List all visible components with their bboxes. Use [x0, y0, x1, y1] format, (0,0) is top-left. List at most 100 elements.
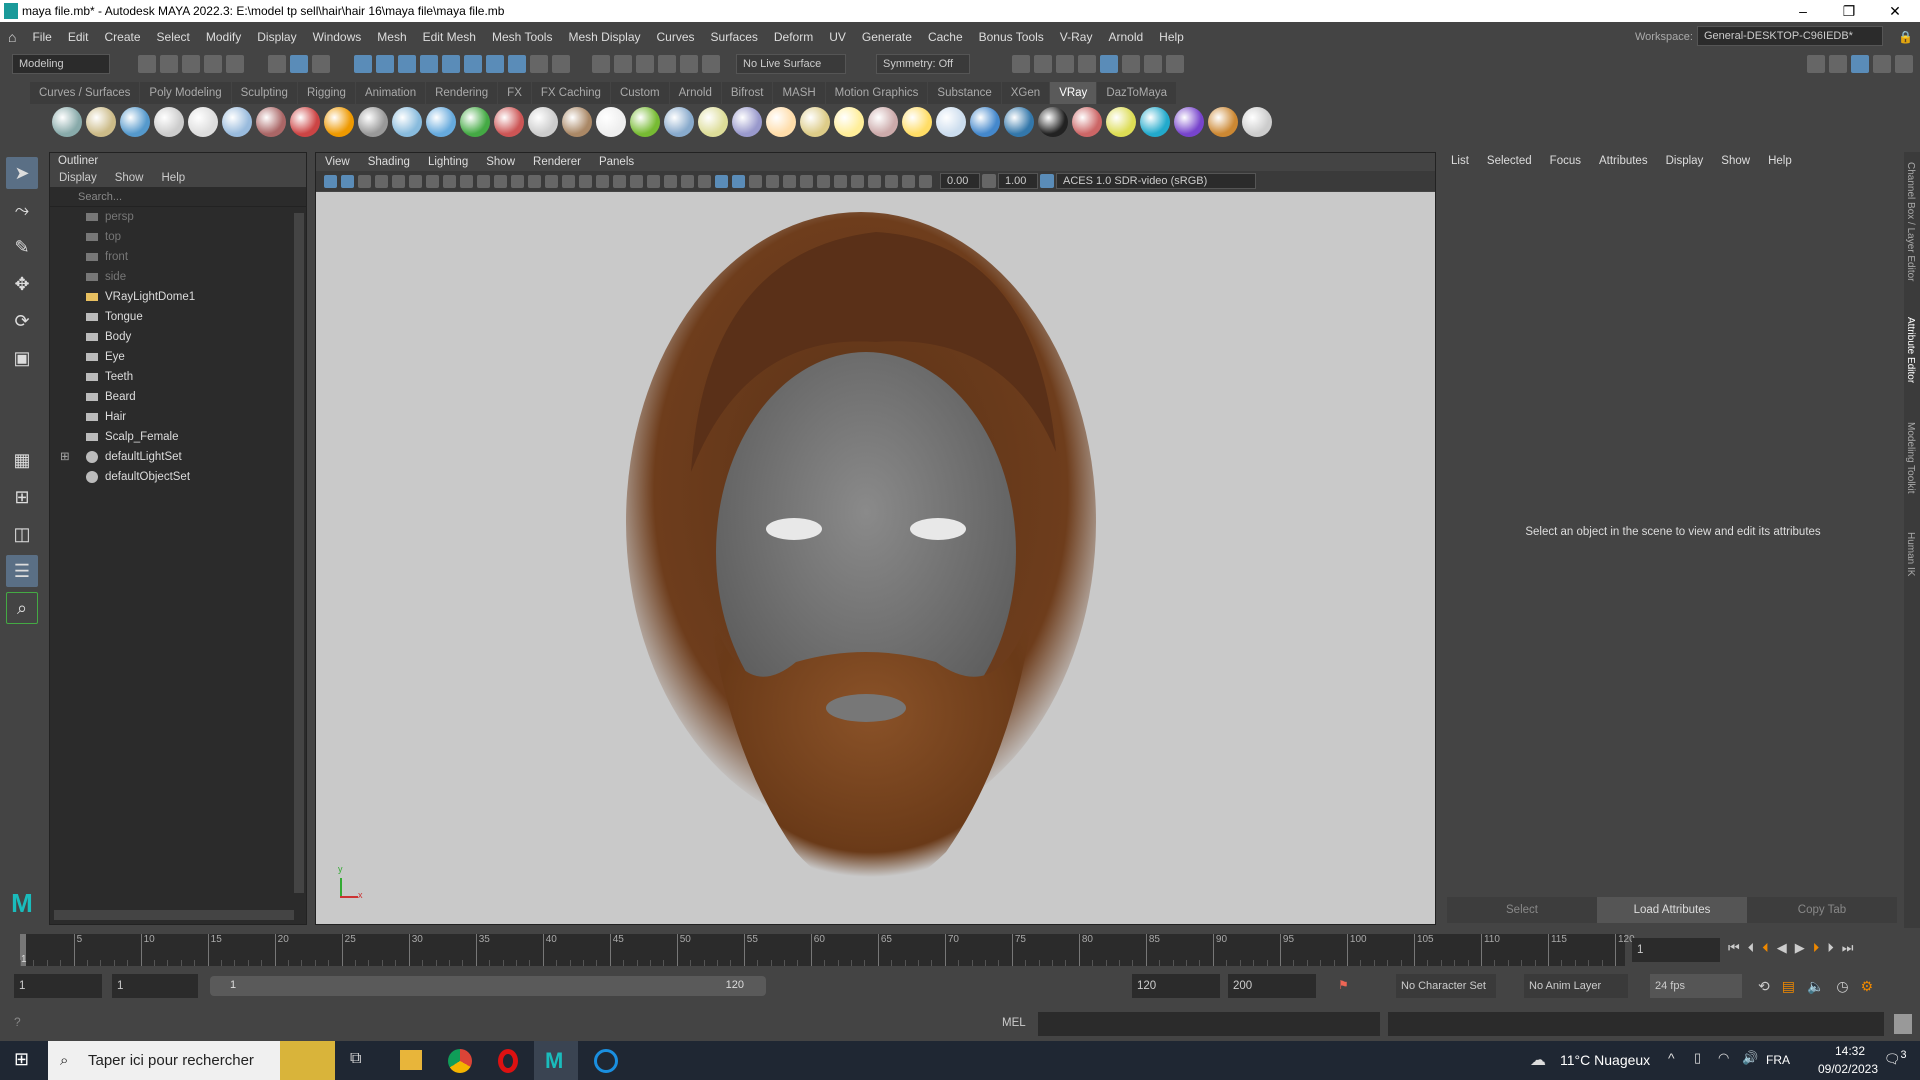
outliner-item[interactable]: side — [50, 267, 306, 287]
viewport-tool-4-icon[interactable] — [375, 174, 388, 188]
new-scene-icon[interactable] — [138, 55, 156, 73]
render-icon[interactable] — [658, 55, 676, 73]
step-forward-key-icon[interactable]: ⏵ — [1827, 940, 1834, 956]
outliner-item[interactable]: top — [50, 227, 306, 247]
vray-shelf-tool-19-icon[interactable] — [664, 107, 694, 137]
tab-attribute-editor[interactable]: Attribute Editor — [1905, 317, 1916, 383]
viewport-tool-17-icon[interactable] — [596, 174, 609, 188]
ae-menu-selected[interactable]: Selected — [1478, 155, 1541, 167]
volume-icon[interactable]: 🔊 — [1742, 1050, 1758, 1066]
search-icon[interactable]: ⌕ — [6, 592, 38, 624]
render-view-icon[interactable] — [1078, 55, 1096, 73]
snap-point-icon[interactable] — [398, 55, 416, 73]
menu-mesh[interactable]: Mesh — [369, 30, 414, 44]
outliner-item[interactable]: Tongue — [50, 307, 306, 327]
vray-shelf-tool-17-icon[interactable] — [596, 107, 626, 137]
move-tool-icon[interactable]: ✥ — [6, 268, 38, 300]
viewport-tool-23-icon[interactable] — [698, 174, 711, 188]
viewport-tool-26-icon[interactable] — [749, 174, 762, 188]
viewport-tool-11-icon[interactable] — [494, 174, 507, 188]
light-editor-icon[interactable] — [1144, 55, 1162, 73]
outliner-vertical-scrollbar[interactable] — [294, 213, 304, 893]
channel-box-icon[interactable] — [1895, 55, 1913, 73]
outliner-item[interactable]: persp — [50, 207, 306, 227]
undo-icon[interactable] — [204, 55, 222, 73]
vray-shelf-tool-15-icon[interactable] — [528, 107, 558, 137]
gamma-icon[interactable] — [982, 174, 996, 188]
vray-shelf-tool-7-icon[interactable] — [256, 107, 286, 137]
chrome-icon[interactable] — [448, 1049, 472, 1073]
battery-icon[interactable]: ▯ — [1694, 1050, 1701, 1066]
vray-shelf-tool-20-icon[interactable] — [698, 107, 728, 137]
outliner-item[interactable]: defaultObjectSet — [50, 467, 306, 487]
viewport-menu-view[interactable]: View — [316, 156, 359, 168]
home-icon[interactable]: ⌂ — [8, 29, 16, 45]
rotate-tool-icon[interactable]: ⟳ — [6, 305, 38, 337]
vray-shelf-tool-27-icon[interactable] — [936, 107, 966, 137]
viewport-menu-show[interactable]: Show — [477, 156, 524, 168]
menu-mesh-tools[interactable]: Mesh Tools — [484, 30, 560, 44]
vray-shelf-tool-33-icon[interactable] — [1140, 107, 1170, 137]
outliner-menu-show[interactable]: Show — [106, 172, 153, 184]
viewport-tool-1-icon[interactable] — [324, 174, 337, 188]
viewport-tool-25-icon[interactable] — [732, 174, 745, 188]
vray-shelf-tool-5-icon[interactable] — [188, 107, 218, 137]
scale-tool-icon[interactable]: ▣ — [6, 342, 38, 374]
viewport-tool-24-icon[interactable] — [715, 174, 728, 188]
gamma-field[interactable]: 1.00 — [998, 173, 1038, 189]
menu-display[interactable]: Display — [249, 30, 304, 44]
outliner-item[interactable]: Hair — [50, 407, 306, 427]
maximize-button[interactable]: ❐ — [1826, 0, 1872, 22]
open-scene-icon[interactable] — [160, 55, 178, 73]
help-snap-icon[interactable] — [508, 55, 526, 73]
shelf-tab-fx[interactable]: FX — [498, 82, 531, 104]
menu-select[interactable]: Select — [149, 30, 198, 44]
playback-start-field[interactable]: 1 — [112, 974, 198, 998]
ae-menu-focus[interactable]: Focus — [1541, 155, 1590, 167]
step-forward-frame-icon[interactable]: ⏵ — [1813, 940, 1820, 956]
single-perspective-layout-icon[interactable]: ▦ — [6, 444, 38, 476]
menu-curves[interactable]: Curves — [649, 30, 703, 44]
viewport-tool-31-icon[interactable] — [834, 174, 847, 188]
menu-deform[interactable]: Deform — [766, 30, 821, 44]
vray-shelf-tool-1-icon[interactable] — [52, 107, 82, 137]
input-language[interactable]: FRA — [1766, 1053, 1790, 1067]
play-forward-icon[interactable]: ▶ — [1795, 940, 1805, 956]
minimize-button[interactable]: – — [1780, 0, 1826, 22]
menu-mesh-display[interactable]: Mesh Display — [560, 30, 648, 44]
maya-taskbar-icon[interactable]: M — [534, 1041, 578, 1080]
shelf-tab-curves-surfaces[interactable]: Curves / Surfaces — [30, 82, 140, 104]
vray-shelf-tool-21-icon[interactable] — [732, 107, 762, 137]
snap-grid-icon[interactable] — [354, 55, 372, 73]
outliner-item[interactable]: Scalp_Female — [50, 427, 306, 447]
snap-icon[interactable] — [486, 55, 504, 73]
sound-icon[interactable]: 🔈 — [1807, 978, 1824, 995]
ae-copy-tab-button[interactable]: Copy Tab — [1747, 897, 1897, 923]
ae-menu-list[interactable]: List — [1442, 155, 1478, 167]
select-object-icon[interactable] — [290, 55, 308, 73]
step-back-key-icon[interactable]: ⏴ — [1748, 940, 1755, 956]
viewport-canvas[interactable]: y x — [316, 192, 1435, 924]
viewport-tool-7-icon[interactable] — [426, 174, 439, 188]
playback-end-field[interactable]: 120 — [1132, 974, 1220, 998]
four-view-layout-icon[interactable]: ⊞ — [6, 481, 38, 513]
tab-channel-box[interactable]: Channel Box / Layer Editor — [1905, 162, 1916, 282]
shelf-tab-poly-modeling[interactable]: Poly Modeling — [140, 82, 231, 104]
menu-surfaces[interactable]: Surfaces — [703, 30, 766, 44]
outliner-layout-icon[interactable]: ☰ — [6, 555, 38, 587]
viewport-tool-20-icon[interactable] — [647, 174, 660, 188]
menu-uv[interactable]: UV — [821, 30, 854, 44]
viewport-tool-19-icon[interactable] — [630, 174, 643, 188]
menu-edit-mesh[interactable]: Edit Mesh — [415, 30, 484, 44]
ae-menu-help[interactable]: Help — [1759, 155, 1801, 167]
vray-shelf-tool-36-icon[interactable] — [1242, 107, 1272, 137]
shelf-tab-animation[interactable]: Animation — [355, 82, 426, 104]
lock-selection-icon[interactable] — [530, 55, 548, 73]
vray-shelf-tool-8-icon[interactable] — [290, 107, 320, 137]
shelf-tab-custom[interactable]: Custom — [610, 82, 669, 104]
vray-shelf-tool-34-icon[interactable] — [1174, 107, 1204, 137]
hypershade-icon[interactable] — [1100, 55, 1118, 73]
viewport-tool-36-icon[interactable] — [919, 174, 932, 188]
outliner-item[interactable]: Teeth — [50, 367, 306, 387]
select-tool-icon[interactable]: ➤ — [6, 157, 38, 189]
